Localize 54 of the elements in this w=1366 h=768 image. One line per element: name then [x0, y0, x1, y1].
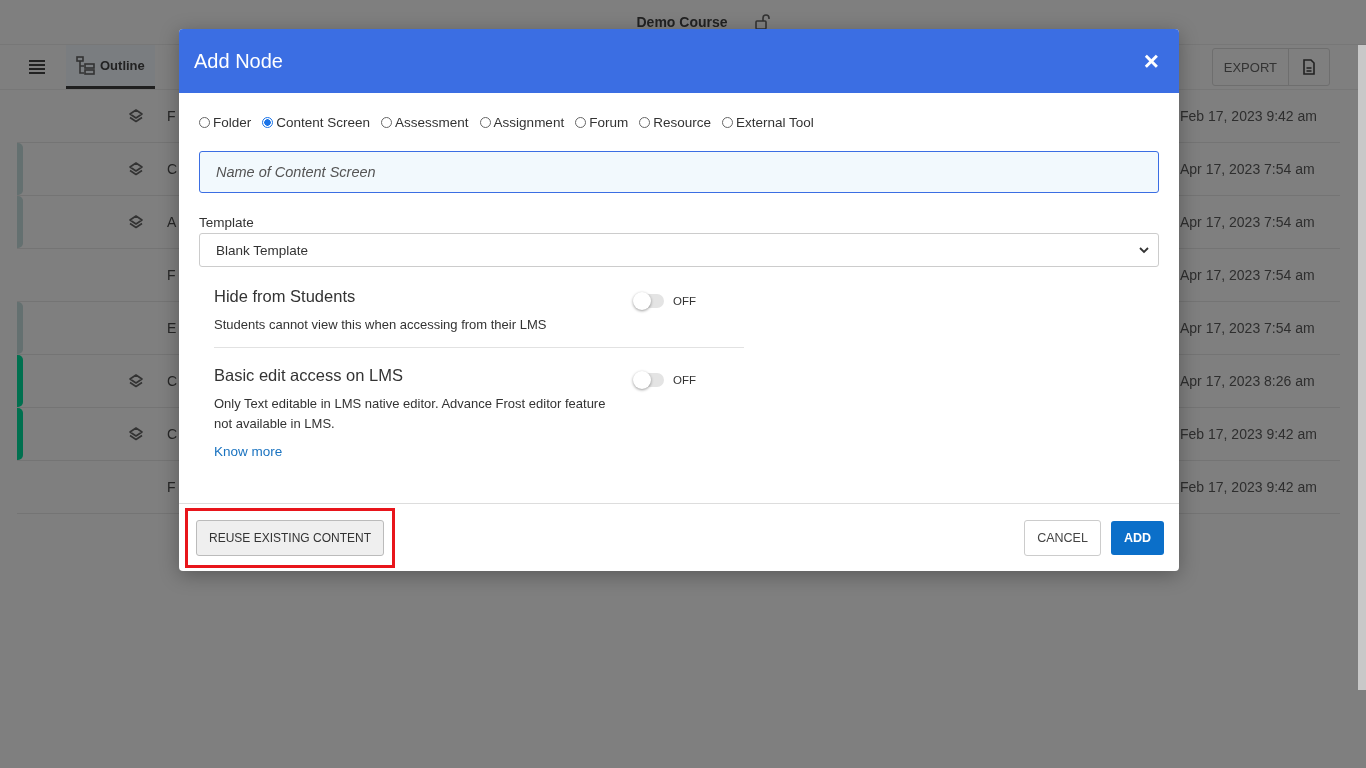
setting-title: Hide from Students [214, 287, 357, 306]
menu-icon[interactable] [29, 60, 45, 74]
row-name: F [167, 479, 176, 495]
row-name: F [167, 108, 176, 124]
row-name: C [167, 161, 178, 177]
node-type-radio[interactable]: Resource [639, 115, 711, 130]
layers-icon [128, 373, 144, 389]
layers-icon [128, 214, 144, 230]
toggle-switch[interactable] [634, 294, 664, 308]
unlocked-lock-icon[interactable] [753, 14, 770, 30]
outline-tab[interactable]: Outline [66, 45, 155, 89]
row-name: C [167, 373, 178, 389]
row-name: E [167, 320, 177, 336]
toggle-switch[interactable] [634, 373, 664, 387]
radio-circle[interactable] [262, 117, 274, 128]
setting-title: Basic edit access on LMS [214, 366, 404, 385]
node-type-radio[interactable]: Forum [575, 115, 629, 130]
close-button[interactable]: × [1139, 48, 1163, 74]
add-button[interactable]: ADD [1110, 520, 1164, 555]
toggle-state-label: OFF [673, 295, 696, 307]
row-date: Apr 17, 2023 7:54 am [1180, 161, 1316, 177]
node-type-radio[interactable]: Content Screen [262, 115, 371, 130]
layers-icon [128, 161, 144, 177]
cancel-button[interactable]: CANCEL [1024, 519, 1101, 556]
setting-description: Students cannot view this when accessing from their LMS [214, 316, 548, 334]
layers-icon [128, 108, 144, 124]
layers-icon [128, 426, 144, 442]
outline-icon [76, 55, 96, 76]
row-name: C [167, 426, 178, 442]
row-name: F [167, 267, 176, 283]
template-dropdown[interactable]: Blank Template [199, 233, 1159, 267]
know-more-link[interactable]: Know more [214, 444, 283, 459]
node-type-radio[interactable]: Assignment [479, 115, 565, 130]
chevron-down-icon [1139, 246, 1149, 254]
reuse-content-button[interactable]: REUSE EXISTING CONTENT [196, 519, 385, 556]
row-date: Apr 17, 2023 8:26 am [1180, 373, 1316, 389]
row-name: A [167, 214, 177, 230]
node-type-radio[interactable]: Assessment [381, 115, 469, 130]
template-label: Template [199, 215, 255, 230]
row-date: Apr 17, 2023 7:54 am [1180, 267, 1316, 283]
row-date: Feb 17, 2023 9:42 am [1180, 426, 1318, 442]
row-date: Apr 17, 2023 7:54 am [1180, 320, 1316, 336]
row-date: Feb 17, 2023 9:42 am [1180, 108, 1318, 124]
row-date: Feb 17, 2023 9:42 am [1180, 479, 1318, 495]
document-icon [1303, 59, 1315, 75]
node-type-radio[interactable]: External Tool [721, 115, 814, 130]
setting-description: Only Text editable in LMS native editor. Advance Frost editor feature not available in LMS. [214, 395, 607, 433]
toggle-state-label: OFF [673, 374, 696, 386]
row-date: Apr 17, 2023 7:54 am [1180, 214, 1316, 230]
name-field[interactable]: Name of Content Screen [199, 151, 1159, 193]
node-type-radio[interactable]: Folder [199, 115, 252, 130]
scrollbar[interactable] [1358, 45, 1366, 690]
dialog-title: Add Node [194, 49, 284, 73]
course-title: Demo Course [636, 14, 728, 30]
